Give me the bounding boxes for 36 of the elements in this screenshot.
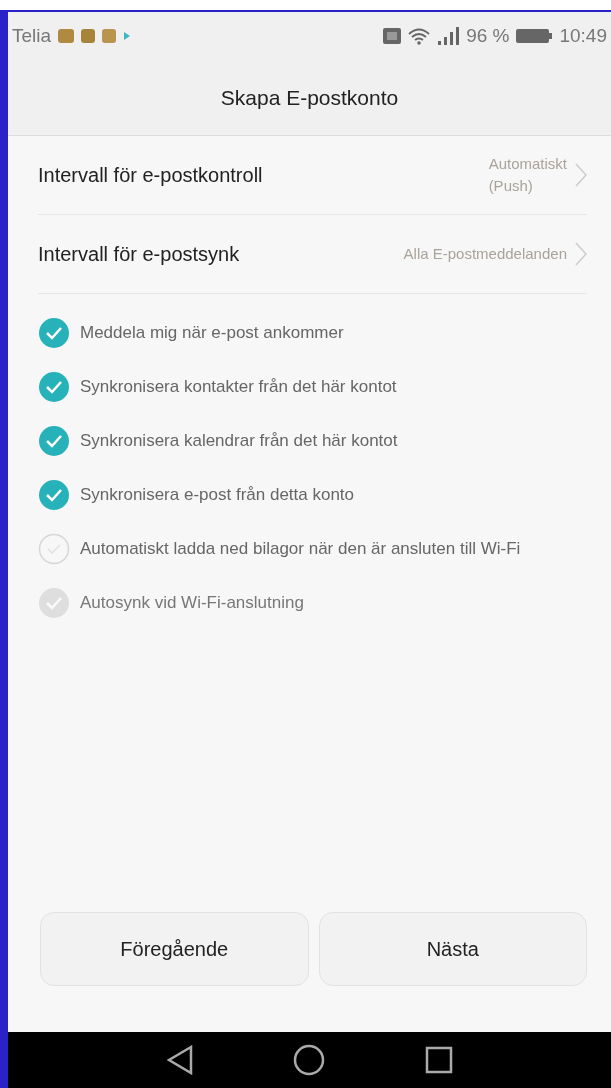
setting-value: Automatiskt (Push) — [488, 153, 567, 196]
setting-label: Intervall för e-postsynk — [38, 242, 241, 266]
carrier-name: Telia — [12, 25, 52, 47]
option-label: Meddela mig när e-post ankommer — [80, 321, 344, 344]
recents-icon[interactable] — [424, 1046, 453, 1074]
checkbox[interactable] — [38, 317, 70, 349]
notification-icon — [102, 29, 117, 43]
chevron-icon — [575, 163, 587, 187]
setting-value: Alla E-postmeddelanden — [403, 243, 567, 264]
wifi-icon — [408, 27, 431, 45]
nav-button[interactable]: Föregående — [40, 912, 309, 986]
option-label: Synkronisera kalendrar från det här kontot — [80, 429, 398, 452]
nfc-icon — [383, 28, 402, 44]
back-icon[interactable] — [166, 1045, 193, 1075]
option-label: Automatiskt ladda ned bilagor när den är ansluten till Wi-Fi — [80, 537, 521, 560]
option-label: Autosynk vid Wi-Fi-anslutning — [80, 591, 304, 614]
chevron-icon — [575, 242, 587, 266]
setting-row[interactable]: Intervall för e-postkontroll Automatiskt (Push) — [38, 136, 587, 215]
battery-percent: 96 % — [466, 25, 510, 47]
checkbox[interactable] — [38, 425, 70, 457]
notification-icon — [58, 29, 75, 43]
signal-icon — [437, 27, 460, 45]
setting-row[interactable]: Intervall för e-postsynk Alla E-postmeddelanden — [38, 215, 587, 294]
play-icon — [123, 31, 132, 41]
option-label: Synkronisera e-post från detta konto — [80, 483, 355, 506]
battery-icon — [516, 28, 553, 44]
checkbox[interactable] — [38, 371, 70, 403]
clock-time: 10:49 — [559, 25, 607, 47]
setting-label: Intervall för e-postkontroll — [38, 163, 264, 187]
nav-button[interactable]: Nästa — [318, 912, 587, 986]
option-label: Synkronisera kontakter från det här kontot — [80, 375, 397, 398]
home-icon[interactable] — [292, 1044, 325, 1076]
checkbox[interactable] — [38, 479, 70, 511]
screen-title: Skapa E-postkonto — [220, 85, 399, 110]
notification-icon — [81, 29, 96, 43]
checkbox[interactable] — [38, 533, 70, 565]
